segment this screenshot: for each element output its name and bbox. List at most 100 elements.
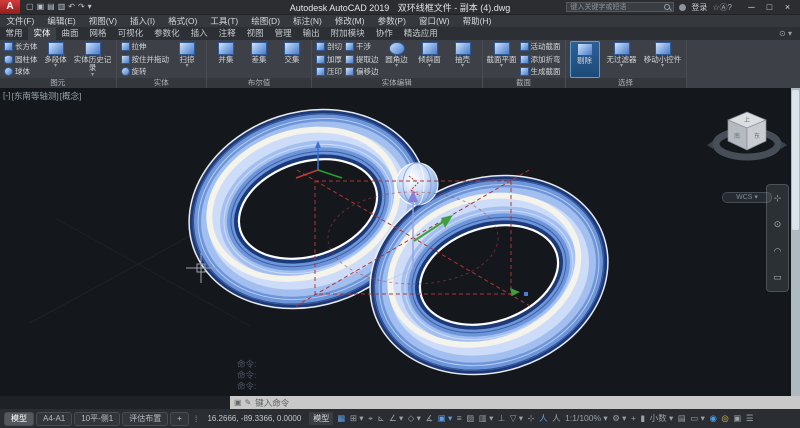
visual-style-control[interactable]: [概念] [60,90,82,102]
taper-faces-button[interactable]: 倾斜面▾ [415,41,445,78]
sweep-button[interactable]: 扫掠▾ [172,41,202,78]
maximize-button[interactable]: □ [761,0,778,14]
qat-tool-icon[interactable]: ▾ [88,0,92,14]
menu-item[interactable]: 绘图(D) [245,15,287,28]
layout-tab[interactable]: A4-A1 [36,412,72,426]
command-input[interactable]: 键入命令 [255,397,289,409]
status-toggle-icon[interactable]: ⌖ [368,414,373,423]
panel-title[interactable]: 截面 [483,78,565,88]
menu-item[interactable]: 窗口(W) [412,15,456,28]
search-icon[interactable] [664,4,670,10]
status-toggle-icon[interactable]: ▤ [678,414,686,423]
navigation-tool-icon[interactable]: ⊙ [774,220,782,229]
status-toggle-icon[interactable]: ◇ ▾ [408,414,421,423]
navigation-tool-icon[interactable]: ◠ [774,247,782,256]
status-toggle-icon[interactable]: ◉ [709,414,716,423]
panel-title[interactable]: 选择 [566,78,686,88]
ribbon-options-icon[interactable]: ⊙ ▾ [779,27,800,40]
cylinder-button[interactable]: 圆柱体 [4,54,38,65]
status-toggle-icon[interactable]: 小数 ▾ [650,414,674,423]
layout-tab[interactable]: 模型 [4,412,34,426]
ribbon-tab[interactable]: 插入 [185,27,213,40]
navigation-tool-icon[interactable]: ▭ [773,273,782,282]
tab-splitter[interactable]: ⁞ [195,414,198,424]
menu-item[interactable]: 视图(V) [82,15,123,28]
help-search-box[interactable]: 键入关键字或短语 [566,2,674,12]
extract-edges-button[interactable]: 提取边 [345,54,379,65]
qat-tool-icon[interactable]: ▥ [58,0,66,14]
ribbon-tab[interactable]: 管理 [269,27,297,40]
navigation-bar[interactable]: ⊹ ⊙ ◠ ▭ [766,184,789,292]
status-toggle-icon[interactable]: ∠ ▾ [389,414,403,423]
subtract-button[interactable]: 差集 [244,41,274,78]
status-toggle-icon[interactable]: ⊾ [377,414,384,423]
model-space-button[interactable]: 模型 [309,412,333,425]
status-toggle-icon[interactable]: ⊹ [527,414,534,423]
section-plane-button[interactable]: 截面平面▾ [487,41,517,78]
status-toggle-icon[interactable]: ◎ [721,414,728,423]
qat-tool-icon[interactable]: ▢ [26,0,34,14]
ribbon-tab[interactable]: 可视化 [112,27,149,40]
status-toggle-icon[interactable]: 人 [552,414,561,423]
menu-item[interactable]: 参数(P) [371,15,412,28]
shell-button[interactable]: 抽壳▾ [448,41,478,78]
status-toggle-icon[interactable]: ▥ ▾ [479,414,494,423]
navigation-tool-icon[interactable]: ⊹ [774,194,782,203]
live-section-button[interactable]: 活动截面 [520,41,561,52]
qat-tool-icon[interactable]: ↷ [78,0,85,14]
status-toggle-icon[interactable]: ∡ [425,414,433,423]
ribbon-tab[interactable]: 附加模块 [325,27,370,40]
filter-dropdown-button[interactable]: 无过滤器▾ [603,41,641,78]
ribbon-tab[interactable]: 曲面 [56,27,84,40]
status-toggle-icon[interactable]: ▦ [337,414,345,423]
ribbon-tab[interactable]: 注释 [213,27,241,40]
offset-edge-button[interactable]: 偏移边 [345,66,379,77]
presspull-button[interactable]: 按住并拖动 [121,54,170,65]
menu-item[interactable]: 插入(I) [124,15,162,28]
union-button[interactable]: 并集 [211,41,241,78]
ribbon-tab[interactable]: 实体 [28,27,56,40]
status-toggle-icon[interactable]: ≡ [457,414,462,423]
menu-item[interactable]: 修改(M) [328,15,371,28]
layout-tab[interactable]: 评估布置 [122,412,168,426]
panel-title[interactable]: 图元 [0,78,116,88]
ribbon-tab[interactable]: 视图 [241,27,269,40]
extrude-button[interactable]: 拉伸 [121,41,170,52]
qat-tool-icon[interactable]: ↶ [68,0,75,14]
imprint-button[interactable]: 压印 [316,66,342,77]
intersect-button[interactable]: 交集 [277,41,307,78]
sign-in-button[interactable]: 登录 [691,2,707,13]
status-toggle-icon[interactable]: ▣ [733,414,741,423]
generate-section-button[interactable]: 生成截面 [520,66,561,77]
status-toggle-icon[interactable]: + [631,414,636,423]
add-jog-button[interactable]: 添加折弯 [520,54,561,65]
solid-history-button[interactable]: 实体历史记录▾ [74,41,112,78]
drawing-area[interactable]: [-] [东南等轴测] [概念] 命令: 命令: 命令: WCS ▾ ⊹⊙◠▭ [0,88,800,396]
titlebar-icon[interactable]: ? [728,3,732,12]
menu-item[interactable]: 工具(T) [204,15,245,28]
menu-item[interactable]: 标注(N) [287,15,329,28]
ribbon-tab[interactable]: 参数化 [149,27,186,40]
status-toggle-icon[interactable]: ▮ [640,414,645,423]
panel-title[interactable]: 布尔值 [207,78,311,88]
status-toggle-icon[interactable]: ▭ ▾ [690,414,705,423]
ribbon-tab[interactable]: 常用 [0,27,28,40]
status-toggle-icon[interactable]: ☰ [746,414,754,423]
status-toggle-icon[interactable]: 1:1/100% ▾ [565,414,608,423]
qat-tool-icon[interactable]: ▣ [37,0,45,14]
status-toggle-icon[interactable]: ▨ [466,414,474,423]
titlebar-icon[interactable]: ☆ [712,3,719,12]
command-line[interactable]: ▣✎ 键入命令 [230,396,800,409]
status-toggle-icon[interactable]: ⚙ ▾ [612,414,626,423]
command-line-icon[interactable]: ✎ [245,396,252,409]
autocad-logo-icon[interactable]: A [0,0,20,14]
gizmo-dropdown-button[interactable]: 移动小控件▾ [644,41,682,78]
titlebar-icon[interactable]: Ⓐ [720,3,728,12]
view-control[interactable]: [东南等轴测] [12,90,59,102]
panel-title[interactable]: 实体编辑 [312,78,482,88]
revolve-button[interactable]: 旋转 [121,66,170,77]
layout-tab[interactable]: 10平-侧1 [74,412,120,426]
polysolid-button[interactable]: 多段体▾ [41,41,71,78]
fillet-edge-button[interactable]: 圆角边▾ [382,41,412,78]
status-toggle-icon[interactable]: ⊥ [498,414,505,423]
